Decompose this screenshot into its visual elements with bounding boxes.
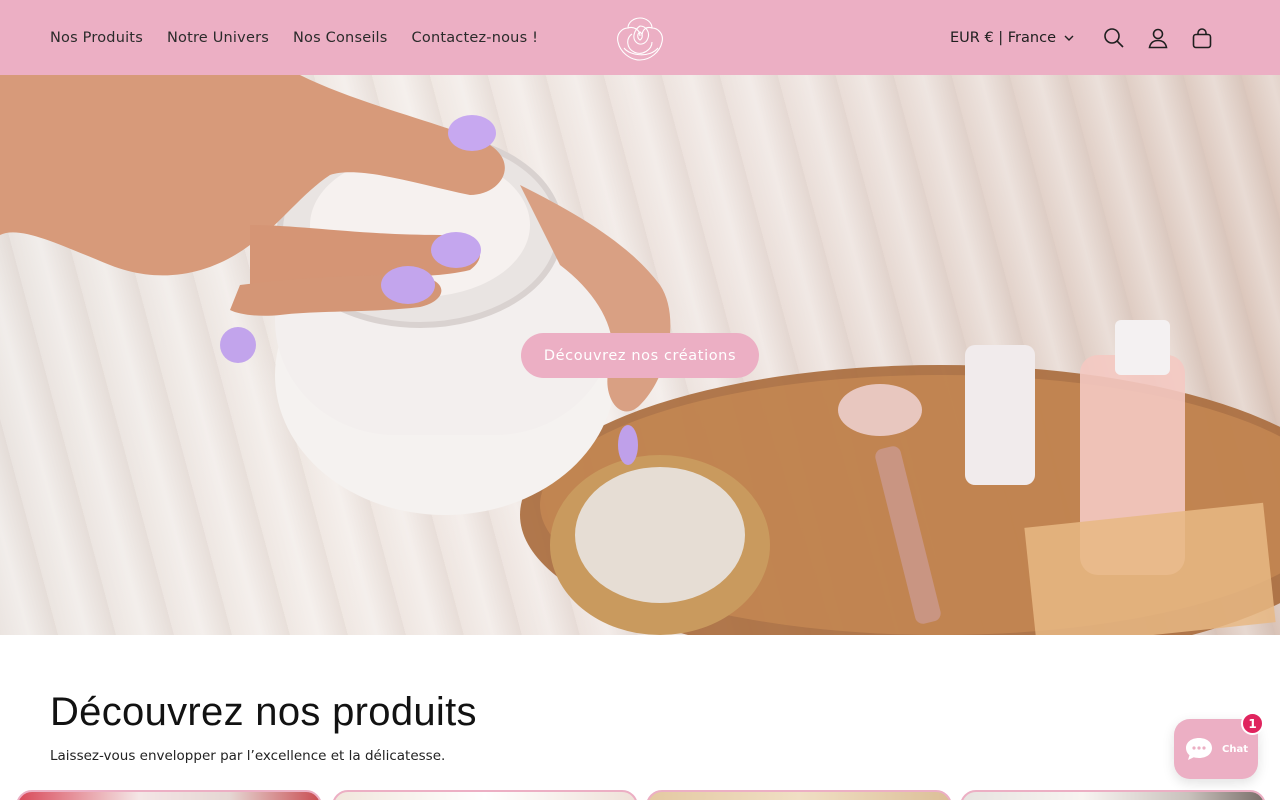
nav-notre-univers[interactable]: Notre Univers (167, 30, 269, 46)
header-actions: EUR € | France (950, 0, 1224, 75)
hero-banner: Découvrez nos créations (0, 75, 1280, 635)
chat-notification-badge: 1 (1241, 712, 1264, 735)
account-button[interactable] (1136, 16, 1180, 60)
chevron-down-icon (1064, 30, 1074, 46)
main-nav: Nos Produits Notre Univers Nos Conseils … (50, 30, 538, 46)
product-card[interactable] (16, 790, 322, 800)
rose-logo-icon[interactable] (610, 12, 670, 64)
currency-selector[interactable]: EUR € | France (950, 30, 1074, 46)
section-title: Découvrez nos produits (50, 690, 477, 734)
currency-label: EUR € | France (949, 29, 1056, 46)
nav-nos-produits[interactable]: Nos Produits (50, 30, 143, 46)
nav-nos-conseils[interactable]: Nos Conseils (293, 30, 388, 46)
discover-creations-button[interactable]: Découvrez nos créations (521, 333, 759, 378)
product-cards-row (16, 790, 1266, 800)
cart-button[interactable] (1180, 16, 1224, 60)
product-card[interactable] (960, 790, 1266, 800)
search-button[interactable] (1092, 16, 1136, 60)
nav-contactez-nous[interactable]: Contactez-nous ! (412, 30, 539, 46)
product-card[interactable] (332, 790, 638, 800)
section-subtitle: Laissez-vous envelopper par l’excellence… (50, 748, 446, 764)
chat-bubble-icon (1186, 738, 1212, 760)
cart-icon (1192, 27, 1212, 48)
product-card[interactable] (646, 790, 952, 800)
search-icon (1104, 27, 1124, 48)
site-header: Nos Produits Notre Univers Nos Conseils … (0, 0, 1280, 75)
chat-label: Chat (1222, 743, 1248, 755)
account-icon (1148, 28, 1168, 48)
